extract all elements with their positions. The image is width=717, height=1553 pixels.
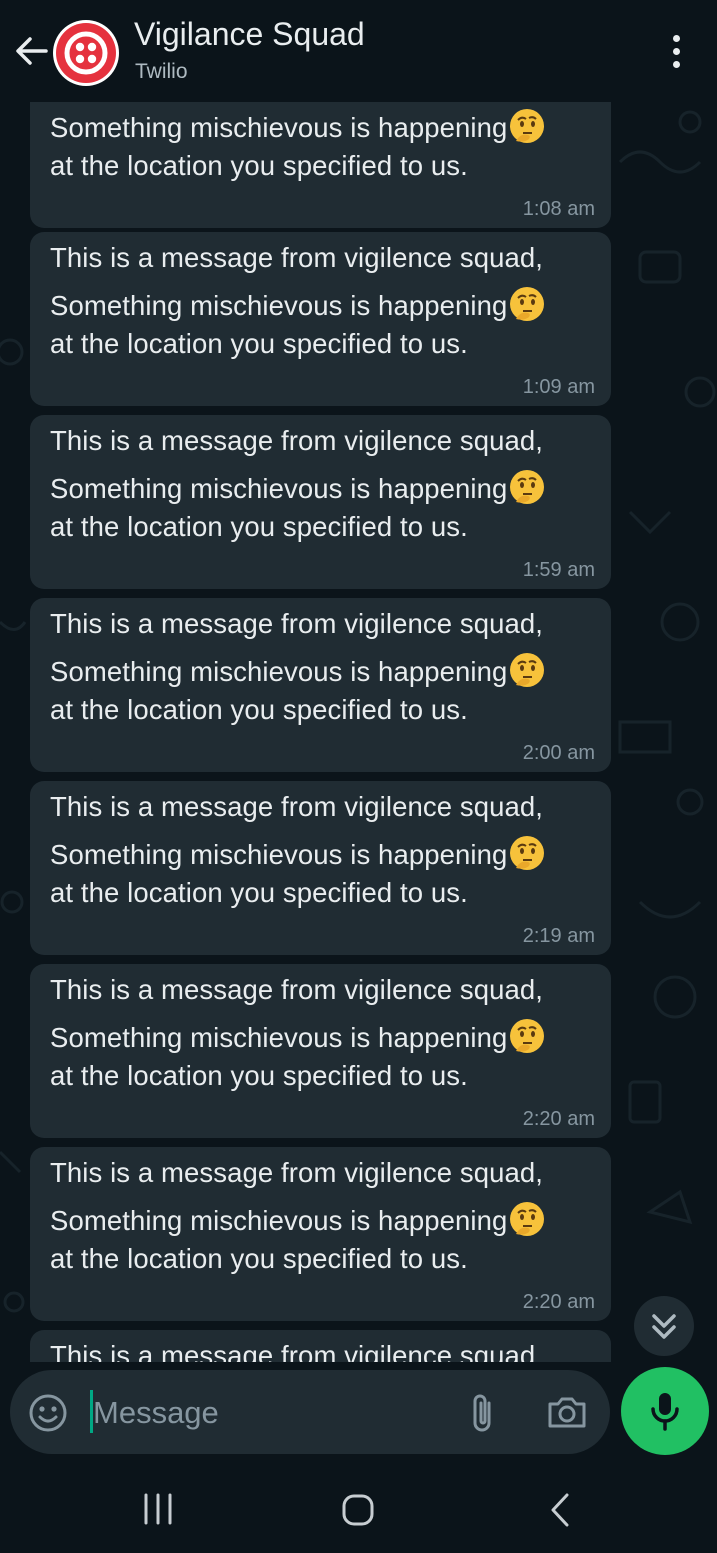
message-line: This is a message from vigilence squad, [50, 1340, 544, 1362]
message-input[interactable] [93, 1392, 433, 1434]
message-line: at the location you specified to us. [50, 150, 468, 181]
chat-header: Vigilance Squad Twilio [0, 0, 717, 102]
message-line: at the location you specified to us. [50, 877, 468, 908]
twilio-logo-icon [56, 23, 116, 83]
message-line: This is a message from vigilence squad, [50, 791, 544, 822]
thinking-face-emoji [510, 836, 545, 870]
message-bubble[interactable]: This is a message from vigilence squad, [30, 1330, 611, 1362]
paperclip-icon[interactable] [467, 1391, 501, 1437]
message-timestamp: 2:00 am [522, 742, 595, 764]
message-bubble[interactable]: This is a message from vigilence squad, … [30, 1147, 611, 1321]
message-line: This is a message from vigilence squad, [50, 425, 544, 456]
chevron-double-down-icon [652, 1314, 676, 1339]
scroll-to-bottom-button[interactable] [634, 1296, 694, 1356]
message-line: This is a message from vigilence squad, [50, 242, 544, 273]
home-icon[interactable] [340, 1492, 376, 1528]
message-line: at the location you specified to us. [50, 1060, 468, 1091]
message-line: Something mischievous is happening [50, 468, 546, 506]
message-bubble[interactable]: This is a message from vigilence squad, … [30, 964, 611, 1138]
chat-subtitle[interactable]: Twilio [135, 60, 188, 84]
message-timestamp: 2:20 am [522, 1291, 595, 1313]
message-bubble[interactable]: This is a message from vigilence squad, … [30, 232, 611, 406]
message-line: at the location you specified to us. [50, 1243, 468, 1274]
message-bubble[interactable]: This is a message from vigilence squad, … [30, 415, 611, 589]
mic-button[interactable] [621, 1367, 709, 1455]
message-line: Something mischievous is happening [50, 285, 546, 323]
avatar[interactable] [53, 20, 119, 86]
message-list[interactable]: Something mischievous is happening at th… [0, 102, 717, 1362]
message-line: at the location you specified to us. [50, 694, 468, 725]
microphone-icon [651, 1393, 679, 1431]
chat-title[interactable]: Vigilance Squad [134, 16, 365, 53]
smiley-icon[interactable] [28, 1393, 68, 1433]
more-vertical-icon[interactable] [662, 30, 690, 74]
message-timestamp: 1:09 am [522, 376, 595, 398]
thinking-face-emoji [510, 287, 545, 321]
message-line: Something mischievous is happening [50, 1200, 546, 1238]
camera-icon[interactable] [546, 1392, 588, 1432]
message-timestamp: 2:19 am [522, 925, 595, 947]
recent-apps-icon[interactable] [140, 1491, 176, 1527]
message-bubble[interactable]: This is a message from vigilence squad, … [30, 598, 611, 772]
thinking-face-emoji [510, 1019, 545, 1053]
message-bubble[interactable]: This is a message from vigilence squad, … [30, 781, 611, 955]
message-timestamp: 1:59 am [522, 559, 595, 581]
message-line: Something mischievous is happening [50, 107, 546, 145]
thinking-face-emoji [510, 109, 545, 143]
thinking-face-emoji [510, 1202, 545, 1236]
nav-back-icon[interactable] [545, 1491, 575, 1529]
message-line: Something mischievous is happening [50, 1017, 546, 1055]
arrow-left-icon[interactable] [12, 32, 50, 70]
thinking-face-emoji [510, 653, 545, 687]
message-line: Something mischievous is happening [50, 651, 546, 689]
thinking-face-emoji [510, 470, 545, 504]
message-line: at the location you specified to us. [50, 328, 468, 359]
message-line: Something mischievous is happening [50, 834, 546, 872]
message-line: This is a message from vigilence squad, [50, 974, 544, 1005]
message-line: This is a message from vigilence squad, [50, 1157, 544, 1188]
message-timestamp: 2:20 am [522, 1108, 595, 1130]
message-line: This is a message from vigilence squad, [50, 608, 544, 639]
message-timestamp: 1:08 am [522, 198, 595, 220]
message-line: at the location you specified to us. [50, 511, 468, 542]
message-bubble[interactable]: Something mischievous is happening at th… [30, 102, 611, 228]
